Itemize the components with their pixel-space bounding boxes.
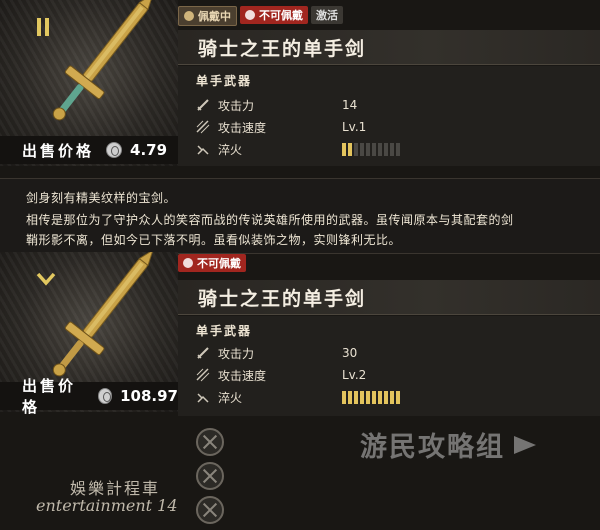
hand-icon <box>183 258 193 268</box>
temper-icon <box>197 145 209 155</box>
temper-pip-filled <box>366 390 370 404</box>
temper-pip-empty <box>354 142 358 156</box>
not-equippable-badge: 不可佩戴 <box>178 254 246 272</box>
attack-icon <box>197 99 209 111</box>
stat-speed: 攻击速度 Lv.1 <box>196 118 366 136</box>
sell-price-value: 108.97 <box>120 387 178 405</box>
item-title-bar: 骑士之王的单手剑 <box>178 280 600 315</box>
rune-slot-icon[interactable] <box>196 496 224 524</box>
temper-pip-filled <box>390 390 394 404</box>
temper-pip-filled <box>384 390 388 404</box>
stat-temper: 淬火 <box>196 388 400 406</box>
temper-bar <box>342 142 400 156</box>
watermark-site: 游民攻略组 <box>360 432 505 463</box>
sell-price-value: 4.79 <box>130 141 168 159</box>
temper-pip-filled <box>342 142 346 156</box>
item-card-current[interactable]: 出售价格 4.79 佩戴中 不可佩戴 激活 骑士之王的单手剑 单手武器 攻击力 … <box>0 0 600 178</box>
attack-value: 14 <box>342 98 358 112</box>
temper-pip-filled <box>342 390 346 404</box>
temper-pip-empty <box>396 142 400 156</box>
attack-icon <box>197 347 209 359</box>
temper-pip-filled <box>354 390 358 404</box>
chevron-down-icon <box>36 272 56 286</box>
temper-bar <box>342 390 400 404</box>
item-title: 骑士之王的单手剑 <box>198 288 367 310</box>
coin-icon <box>97 388 113 404</box>
temper-pip-empty <box>372 142 376 156</box>
description-line: 鞘形影不离，但如今已下落不明。虽看似装饰之物，实则锋利无比。 <box>26 233 402 247</box>
temper-pip-empty <box>360 142 364 156</box>
temper-pip-filled <box>378 390 382 404</box>
coin-icon <box>106 142 123 158</box>
temper-pip-filled <box>360 390 364 404</box>
temper-pip-empty <box>366 142 370 156</box>
stats-panel: 单手武器 攻击力 14 攻击速度 Lv.1 淬火 <box>178 66 600 166</box>
not-equippable-badge: 不可佩戴 <box>240 6 308 24</box>
rune-slot-icon[interactable] <box>196 428 224 456</box>
attack-speed-value: Lv.2 <box>342 368 367 382</box>
watermark-en: entertainment 14 <box>36 496 178 515</box>
item-title: 骑士之王的单手剑 <box>198 38 367 60</box>
sell-price-bar: 出售价格 108.97 <box>0 377 178 416</box>
item-description: 剑身刻有精美纹样的宝剑。 相传是那位为了守护众人的笑容而战的传说英雄所使用的武器… <box>0 178 600 254</box>
equipped-icon <box>184 11 194 21</box>
attack-speed-icon <box>196 120 210 134</box>
watermark-arrow-icon <box>514 436 536 454</box>
attack-speed-icon <box>196 368 210 382</box>
temper-pip-filled <box>372 390 376 404</box>
temper-pip-empty <box>390 142 394 156</box>
stat-temper: 淬火 <box>196 140 400 158</box>
sell-price-label: 出售价格 <box>22 377 77 416</box>
description-line: 相传是那位为了守护众人的笑容而战的传说英雄所使用的武器。虽传闻原本与其配套的剑 <box>26 213 514 227</box>
sell-price-bar: 出售价格 4.79 <box>0 136 178 164</box>
attack-value: 30 <box>342 346 358 360</box>
roman-numeral-two-icon <box>37 18 49 36</box>
hand-icon <box>245 10 255 20</box>
description-line: 剑身刻有精美纹样的宝剑。 <box>26 191 177 205</box>
temper-pip-filled <box>396 390 400 404</box>
stats-panel: 单手武器 攻击力 30 攻击速度 Lv.2 淬火 <box>178 316 600 416</box>
rune-slot-icon[interactable] <box>196 462 224 490</box>
status-badges: 不可佩戴 <box>178 254 246 272</box>
sell-price-label: 出售价格 <box>22 141 95 160</box>
stat-attack: 攻击力 30 <box>196 344 357 362</box>
status-badges: 佩戴中 不可佩戴 激活 <box>178 6 343 26</box>
temper-pip-filled <box>348 142 352 156</box>
temper-pip-filled <box>348 390 352 404</box>
attack-speed-value: Lv.1 <box>342 120 367 134</box>
activate-badge: 激活 <box>311 6 343 24</box>
temper-icon <box>197 393 209 403</box>
stat-attack: 攻击力 14 <box>196 96 357 114</box>
temper-pip-empty <box>384 142 388 156</box>
item-title-bar: 骑士之王的单手剑 <box>178 30 600 65</box>
equipped-badge: 佩戴中 <box>178 6 237 26</box>
temper-pip-empty <box>378 142 382 156</box>
stat-speed: 攻击速度 Lv.2 <box>196 366 366 384</box>
weapon-type: 单手武器 <box>196 324 253 338</box>
weapon-type: 单手武器 <box>196 74 253 88</box>
rune-slots <box>196 428 224 530</box>
